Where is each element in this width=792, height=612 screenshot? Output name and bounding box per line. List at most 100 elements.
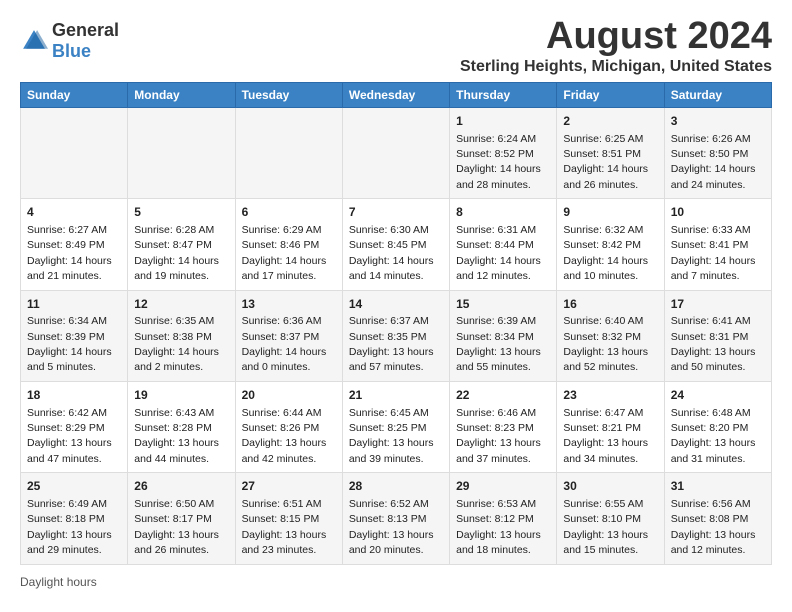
day-number: 27: [242, 478, 336, 495]
calendar-cell: 29 Sunrise: 6:53 AM Sunset: 8:12 PM Dayli…: [450, 473, 557, 564]
logo-icon: [20, 27, 48, 55]
calendar-cell: [21, 107, 128, 198]
day-number: 16: [563, 296, 657, 313]
cell-info: Sunrise: 6:45 AM Sunset: 8:25 PM Dayligh…: [349, 407, 434, 465]
day-header-tuesday: Tuesday: [235, 82, 342, 107]
calendar-cell: 4Sunrise: 6:27 AM Sunset: 8:49 PM Daylig…: [21, 199, 128, 290]
cell-info: Sunrise: 6:41 AM Sunset: 8:31 PM Dayligh…: [671, 315, 756, 373]
day-number: 1: [456, 113, 550, 130]
cell-info: Sunrise: 6:55 AM Sunset: 8:10 PM Dayligh…: [563, 498, 648, 556]
calendar-cell: 17 Sunrise: 6:41 AM Sunset: 8:31 PM Dayli…: [664, 290, 771, 381]
day-number: 13: [242, 296, 336, 313]
calendar-cell: 31Sunrise: 6:56 AM Sunset: 8:08 PM Dayli…: [664, 473, 771, 564]
day-number: 23: [563, 387, 657, 404]
day-number: 24: [671, 387, 765, 404]
cell-info: Sunrise: 6:42 AM Sunset: 8:29 PM Dayligh…: [27, 407, 112, 465]
footer: Daylight hours: [20, 575, 772, 589]
calendar-cell: 19Sunrise: 6:43 AM Sunset: 8:28 PM Dayli…: [128, 381, 235, 472]
day-number: 6: [242, 204, 336, 221]
calendar-cell: 24 Sunrise: 6:48 AM Sunset: 8:20 PM Dayli…: [664, 381, 771, 472]
cell-info: Sunrise: 6:37 AM Sunset: 8:35 PM Dayligh…: [349, 315, 434, 373]
main-title: August 2024: [460, 16, 772, 58]
day-header-sunday: Sunday: [21, 82, 128, 107]
cell-info: Sunrise: 6:25 AM Sunset: 8:51 PM Dayligh…: [563, 133, 648, 191]
cell-info: Sunrise: 6:47 AM Sunset: 8:21 PM Dayligh…: [563, 407, 648, 465]
calendar-cell: 10 Sunrise: 6:33 AM Sunset: 8:41 PM Dayli…: [664, 199, 771, 290]
calendar-cell: 20Sunrise: 6:44 AM Sunset: 8:26 PM Dayli…: [235, 381, 342, 472]
day-header-friday: Friday: [557, 82, 664, 107]
day-header-wednesday: Wednesday: [342, 82, 449, 107]
cell-info: Sunrise: 6:52 AM Sunset: 8:13 PM Dayligh…: [349, 498, 434, 556]
cell-info: Sunrise: 6:29 AM Sunset: 8:46 PM Dayligh…: [242, 224, 327, 282]
day-number: 19: [134, 387, 228, 404]
cell-info: Sunrise: 6:28 AM Sunset: 8:47 PM Dayligh…: [134, 224, 219, 282]
calendar-cell: 27 Sunrise: 6:51 AM Sunset: 8:15 PM Dayli…: [235, 473, 342, 564]
calendar-cell: 18Sunrise: 6:42 AM Sunset: 8:29 PM Dayli…: [21, 381, 128, 472]
calendar-week-4: 18Sunrise: 6:42 AM Sunset: 8:29 PM Dayli…: [21, 381, 772, 472]
day-number: 3: [671, 113, 765, 130]
calendar-cell: 28 Sunrise: 6:52 AM Sunset: 8:13 PM Dayli…: [342, 473, 449, 564]
calendar-cell: 6 Sunrise: 6:29 AM Sunset: 8:46 PM Daylig…: [235, 199, 342, 290]
calendar-cell: [342, 107, 449, 198]
cell-info: Sunrise: 6:50 AM Sunset: 8:17 PM Dayligh…: [134, 498, 219, 556]
day-number: 9: [563, 204, 657, 221]
calendar-cell: 21Sunrise: 6:45 AM Sunset: 8:25 PM Dayli…: [342, 381, 449, 472]
day-number: 25: [27, 478, 121, 495]
day-number: 2: [563, 113, 657, 130]
cell-info: Sunrise: 6:48 AM Sunset: 8:20 PM Dayligh…: [671, 407, 756, 465]
cell-info: Sunrise: 6:56 AM Sunset: 8:08 PM Dayligh…: [671, 498, 756, 556]
calendar-cell: 2 Sunrise: 6:25 AM Sunset: 8:51 PM Daylig…: [557, 107, 664, 198]
calendar-cell: 5Sunrise: 6:28 AM Sunset: 8:47 PM Daylig…: [128, 199, 235, 290]
calendar-week-1: 1Sunrise: 6:24 AM Sunset: 8:52 PM Daylig…: [21, 107, 772, 198]
calendar-cell: 16 Sunrise: 6:40 AM Sunset: 8:32 PM Dayli…: [557, 290, 664, 381]
title-area: August 2024 Sterling Heights, Michigan, …: [460, 16, 772, 76]
day-number: 26: [134, 478, 228, 495]
day-number: 10: [671, 204, 765, 221]
calendar-week-5: 25 Sunrise: 6:49 AM Sunset: 8:18 PM Dayli…: [21, 473, 772, 564]
calendar-cell: 1Sunrise: 6:24 AM Sunset: 8:52 PM Daylig…: [450, 107, 557, 198]
cell-info: Sunrise: 6:26 AM Sunset: 8:50 PM Dayligh…: [671, 133, 756, 191]
footer-text: Daylight hours: [20, 575, 97, 589]
calendar-cell: 3 Sunrise: 6:26 AM Sunset: 8:50 PM Daylig…: [664, 107, 771, 198]
sub-title: Sterling Heights, Michigan, United State…: [460, 58, 772, 76]
calendar-cell: 23 Sunrise: 6:47 AM Sunset: 8:21 PM Dayli…: [557, 381, 664, 472]
cell-info: Sunrise: 6:34 AM Sunset: 8:39 PM Dayligh…: [27, 315, 112, 373]
calendar-week-2: 4Sunrise: 6:27 AM Sunset: 8:49 PM Daylig…: [21, 199, 772, 290]
calendar-cell: 7 Sunrise: 6:30 AM Sunset: 8:45 PM Daylig…: [342, 199, 449, 290]
cell-info: Sunrise: 6:53 AM Sunset: 8:12 PM Dayligh…: [456, 498, 541, 556]
logo: General Blue: [20, 20, 119, 62]
calendar-cell: 30Sunrise: 6:55 AM Sunset: 8:10 PM Dayli…: [557, 473, 664, 564]
day-header-saturday: Saturday: [664, 82, 771, 107]
day-number: 22: [456, 387, 550, 404]
cell-info: Sunrise: 6:30 AM Sunset: 8:45 PM Dayligh…: [349, 224, 434, 282]
logo-blue-text: Blue: [52, 41, 91, 61]
calendar-cell: 22Sunrise: 6:46 AM Sunset: 8:23 PM Dayli…: [450, 381, 557, 472]
day-number: 29: [456, 478, 550, 495]
day-number: 17: [671, 296, 765, 313]
cell-info: Sunrise: 6:51 AM Sunset: 8:15 PM Dayligh…: [242, 498, 327, 556]
day-number: 12: [134, 296, 228, 313]
cell-info: Sunrise: 6:33 AM Sunset: 8:41 PM Dayligh…: [671, 224, 756, 282]
day-number: 28: [349, 478, 443, 495]
calendar-header-row: SundayMondayTuesdayWednesdayThursdayFrid…: [21, 82, 772, 107]
day-number: 20: [242, 387, 336, 404]
day-number: 4: [27, 204, 121, 221]
day-number: 8: [456, 204, 550, 221]
calendar-cell: 15Sunrise: 6:39 AM Sunset: 8:34 PM Dayli…: [450, 290, 557, 381]
calendar-cell: 8 Sunrise: 6:31 AM Sunset: 8:44 PM Daylig…: [450, 199, 557, 290]
cell-info: Sunrise: 6:49 AM Sunset: 8:18 PM Dayligh…: [27, 498, 112, 556]
cell-info: Sunrise: 6:31 AM Sunset: 8:44 PM Dayligh…: [456, 224, 541, 282]
calendar-cell: 13Sunrise: 6:36 AM Sunset: 8:37 PM Dayli…: [235, 290, 342, 381]
calendar-week-3: 11 Sunrise: 6:34 AM Sunset: 8:39 PM Dayli…: [21, 290, 772, 381]
logo-general-text: General: [52, 20, 119, 40]
day-header-monday: Monday: [128, 82, 235, 107]
calendar-cell: [128, 107, 235, 198]
calendar-cell: 26 Sunrise: 6:50 AM Sunset: 8:17 PM Dayli…: [128, 473, 235, 564]
cell-info: Sunrise: 6:40 AM Sunset: 8:32 PM Dayligh…: [563, 315, 648, 373]
calendar-cell: 9Sunrise: 6:32 AM Sunset: 8:42 PM Daylig…: [557, 199, 664, 290]
day-number: 11: [27, 296, 121, 313]
cell-info: Sunrise: 6:35 AM Sunset: 8:38 PM Dayligh…: [134, 315, 219, 373]
header: General Blue August 2024 Sterling Height…: [20, 16, 772, 76]
calendar-cell: 12 Sunrise: 6:35 AM Sunset: 8:38 PM Dayli…: [128, 290, 235, 381]
day-number: 7: [349, 204, 443, 221]
